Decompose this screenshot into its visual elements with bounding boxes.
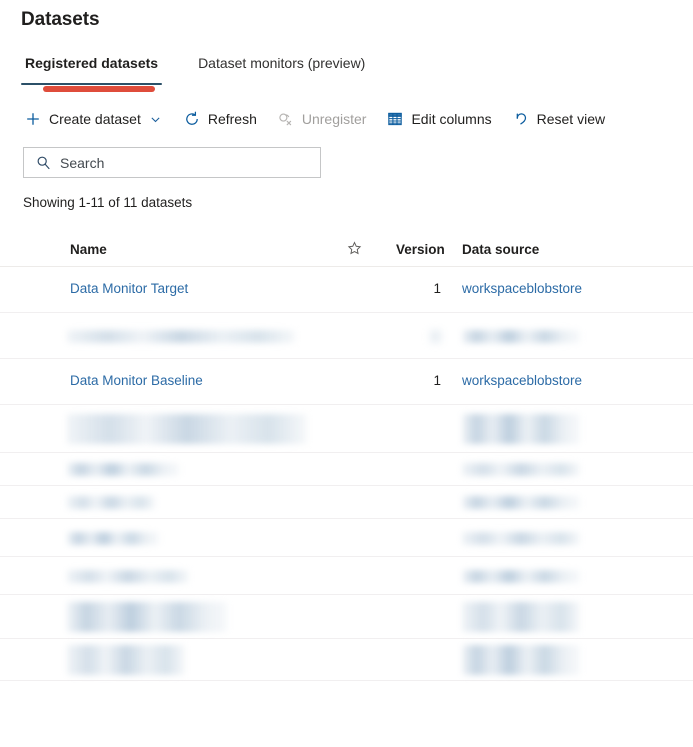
edit-columns-label: Edit columns (411, 111, 492, 127)
redacted-dataset-source (462, 570, 580, 583)
redacted-dataset-version (430, 330, 442, 343)
reset-view-label: Reset view (536, 111, 606, 127)
plus-icon (24, 110, 42, 128)
table-row[interactable] (0, 486, 693, 519)
tab-dataset-monitors[interactable]: Dataset monitors (preview) (194, 50, 369, 83)
table-row[interactable] (0, 639, 693, 681)
redacted-dataset-name (67, 414, 307, 444)
table-row[interactable]: Data Monitor Baseline 1 workspaceblobstore (0, 359, 693, 405)
refresh-icon (183, 110, 201, 128)
column-header-name[interactable]: Name (70, 242, 107, 257)
datasets-page: Datasets Registered datasets Dataset mon… (0, 0, 693, 747)
redacted-dataset-name (67, 532, 159, 545)
tab-label: Registered datasets (25, 55, 159, 71)
redacted-dataset-source (462, 414, 580, 444)
unregister-icon (277, 110, 295, 128)
tab-registered-datasets[interactable]: Registered datasets (21, 50, 163, 85)
undo-icon (512, 110, 530, 128)
tab-active-underline (21, 83, 163, 85)
tab-bar: Registered datasets Dataset monitors (pr… (21, 50, 401, 85)
table-row[interactable]: Data Monitor Target 1 workspaceblobstore (0, 267, 693, 313)
dataset-source-link[interactable]: workspaceblobstore (462, 373, 582, 388)
reset-view-button[interactable]: Reset view (506, 104, 611, 134)
star-icon[interactable] (347, 241, 363, 257)
dataset-source-link[interactable]: workspaceblobstore (462, 281, 582, 296)
redacted-dataset-name (67, 463, 179, 476)
refresh-button[interactable]: Refresh (177, 104, 263, 134)
column-header-version[interactable]: Version (396, 242, 445, 257)
table-row[interactable] (0, 313, 693, 359)
table-header-row: Name Version Data source (0, 233, 693, 267)
redacted-dataset-name (67, 496, 155, 509)
table-row[interactable] (0, 405, 693, 453)
create-dataset-button[interactable]: Create dataset (18, 104, 169, 134)
search-input[interactable]: Search (23, 147, 321, 178)
table-columns-icon (386, 110, 404, 128)
table-row[interactable] (0, 595, 693, 639)
redacted-dataset-source (462, 532, 580, 545)
redacted-dataset-name (67, 570, 189, 583)
table-row[interactable] (0, 519, 693, 557)
unregister-button: Unregister (271, 104, 373, 134)
edit-columns-button[interactable]: Edit columns (380, 104, 497, 134)
red-annotation-bar (43, 86, 155, 92)
dataset-version: 1 (433, 281, 441, 296)
page-title: Datasets (21, 9, 100, 30)
table-row[interactable] (0, 557, 693, 595)
redacted-dataset-name (67, 602, 227, 632)
create-dataset-label: Create dataset (49, 111, 141, 127)
redacted-dataset-source (462, 496, 580, 509)
column-header-data-source[interactable]: Data source (462, 242, 539, 257)
dataset-version: 1 (433, 373, 441, 388)
dataset-name-link[interactable]: Data Monitor Target (70, 281, 188, 296)
redacted-dataset-source (462, 330, 580, 343)
dataset-name-link[interactable]: Data Monitor Baseline (70, 373, 203, 388)
command-bar: Create dataset Refresh Unregister Edit c… (18, 104, 619, 134)
redacted-dataset-source (462, 463, 580, 476)
unregister-label: Unregister (301, 111, 367, 127)
results-count: Showing 1-11 of 11 datasets (23, 195, 193, 210)
redacted-dataset-name (67, 645, 185, 675)
search-placeholder: Search (60, 154, 105, 171)
datasets-table: Name Version Data source Data Monitor Ta… (0, 233, 693, 681)
redacted-dataset-source (462, 602, 580, 632)
table-row[interactable] (0, 453, 693, 486)
redacted-dataset-name (67, 330, 295, 343)
refresh-label: Refresh (207, 111, 257, 127)
chevron-down-icon[interactable] (149, 112, 163, 126)
search-icon (36, 155, 52, 171)
tab-label: Dataset monitors (preview) (198, 55, 366, 71)
redacted-dataset-source (462, 645, 580, 675)
